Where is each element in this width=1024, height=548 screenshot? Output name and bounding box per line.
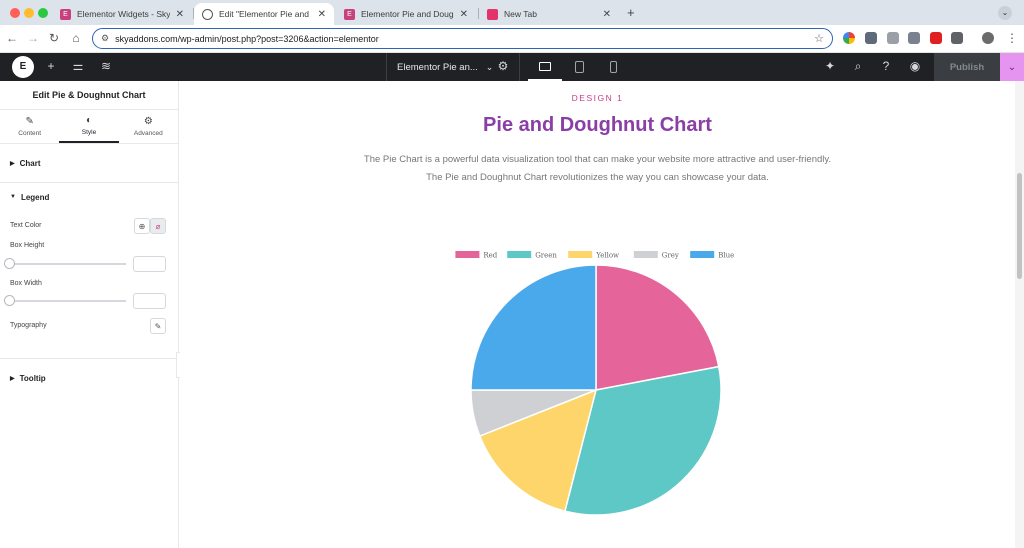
box-width-input[interactable]	[133, 293, 166, 309]
back-arrow-icon[interactable]: ←	[4, 31, 20, 45]
bookmark-star-icon[interactable]: ☆	[814, 32, 824, 45]
section-chart[interactable]: ▶ Chart	[0, 144, 178, 183]
more-vertical-icon[interactable]: ⋮	[1004, 31, 1020, 45]
preview-eye-icon[interactable]: ◉	[907, 59, 923, 73]
new-tab-button[interactable]: +	[627, 5, 635, 20]
publish-options-chevron-icon[interactable]: ⌄	[1000, 53, 1024, 81]
tablet-icon	[574, 61, 584, 73]
editor-panel: Edit Pie & Doughnut Chart ✎ Content ◐ St…	[0, 81, 179, 548]
elementor-logo-icon[interactable]: E	[12, 56, 34, 78]
tab-style[interactable]: ◐ Style	[59, 110, 119, 143]
browser-tab[interactable]: E Elementor Widgets - Sky Add ✕	[52, 3, 192, 25]
page-settings-icon[interactable]: ⚙	[495, 59, 511, 73]
window-zoom-button[interactable]	[38, 8, 48, 18]
reload-icon[interactable]: ↻	[46, 31, 62, 45]
extension-icon[interactable]	[887, 32, 899, 44]
publish-button[interactable]: Publish	[934, 53, 1000, 81]
globe-icon[interactable]: ⊕	[134, 218, 150, 234]
elementor-top-bar: E + ⚌ ≋ Elementor Pie an... ⌄ ⚙ ✦ ⌕ ? ◉ …	[0, 53, 1024, 81]
caret-right-icon: ▶	[10, 160, 15, 167]
canvas-scrollbar[interactable]	[1015, 81, 1024, 548]
tablet-view-button[interactable]	[562, 53, 596, 81]
new-tab-favicon-icon	[487, 8, 498, 20]
close-icon[interactable]: ✕	[318, 9, 326, 20]
box-width-label: Box Width	[10, 280, 42, 287]
shield-icon[interactable]	[865, 32, 877, 44]
desktop-icon	[539, 61, 551, 71]
structure-layers-icon[interactable]: ≋	[98, 59, 114, 73]
panel-title: Edit Pie & Doughnut Chart	[0, 81, 178, 110]
section-tooltip[interactable]: ▶ Tooltip	[0, 359, 179, 398]
preview-canvas: DESIGN 1 Pie and Doughnut Chart The Pie …	[180, 81, 1015, 548]
window-close-button[interactable]	[10, 8, 20, 18]
browser-tab[interactable]: New Tab ✕	[479, 3, 619, 25]
box-width-slider[interactable]	[10, 300, 126, 302]
contrast-icon: ◐	[85, 115, 93, 126]
desktop-view-button[interactable]	[528, 53, 562, 81]
legend-label-yellow[interactable]: Yellow	[595, 252, 619, 260]
legend-swatch-yellow[interactable]	[568, 251, 593, 258]
mobile-icon	[609, 61, 617, 73]
box-height-label: Box Height	[10, 242, 45, 249]
browser-toolbar: ← → ↻ ⌂ ⚙ skyaddons.com/wp-admin/post.ph…	[0, 25, 1024, 53]
box-height-input[interactable]	[133, 256, 166, 272]
close-icon[interactable]: ✕	[460, 9, 468, 20]
legend-swatch-red[interactable]	[455, 251, 480, 258]
forward-arrow-icon[interactable]: →	[25, 31, 41, 45]
site-settings-icon[interactable]: ⚌	[70, 59, 86, 73]
elementor-favicon-icon: E	[60, 8, 71, 20]
browser-tab[interactable]: E Elementor Pie and Doughnut C ✕	[336, 3, 476, 25]
box-height-slider-handle[interactable]	[4, 258, 15, 269]
legend-swatch-grey[interactable]	[633, 251, 658, 258]
close-icon[interactable]: ✕	[603, 9, 611, 20]
legend-label-green[interactable]: Green	[535, 252, 557, 260]
pencil-icon[interactable]: ✎	[150, 318, 166, 334]
elementor-favicon-icon: E	[344, 8, 355, 20]
profile-avatar[interactable]	[982, 32, 994, 44]
legend-label-grey[interactable]: Grey	[662, 252, 679, 260]
box-height-slider[interactable]	[10, 263, 126, 265]
mobile-view-button[interactable]	[596, 53, 630, 81]
pie-slice-blue[interactable]	[470, 264, 597, 391]
legend-label-blue[interactable]: Blue	[718, 252, 734, 260]
url-text: skyaddons.com/wp-admin/post.php?post=320…	[115, 33, 379, 44]
scrollbar-thumb[interactable]	[1017, 173, 1022, 279]
window-minimize-button[interactable]	[24, 8, 34, 18]
extension-icon[interactable]	[908, 32, 920, 44]
tab-search-icon[interactable]: ⌄	[998, 6, 1012, 20]
site-info-icon[interactable]: ⚙	[101, 33, 109, 44]
browser-tab-bar: E Elementor Widgets - Sky Add ✕ Edit "El…	[0, 0, 1024, 25]
legend-swatch-blue[interactable]	[690, 251, 715, 258]
home-icon[interactable]: ⌂	[68, 31, 84, 45]
chevron-down-icon: ⌄	[485, 61, 494, 72]
extension-icon[interactable]	[930, 32, 942, 44]
legend-label-red[interactable]: Red	[483, 252, 497, 260]
extension-icon[interactable]	[843, 32, 855, 44]
box-width-slider-handle[interactable]	[4, 295, 15, 306]
tab-advanced[interactable]: ⚙ Advanced	[119, 110, 178, 143]
close-icon[interactable]: ✕	[176, 9, 184, 20]
tab-content[interactable]: ✎ Content	[0, 110, 59, 143]
page-name: Elementor Pie an...	[397, 61, 478, 73]
typography-label: Typography	[10, 322, 47, 329]
add-element-icon[interactable]: +	[43, 59, 59, 73]
pie-chart: Red Green Yellow Grey Blue	[455, 251, 734, 516]
search-icon[interactable]: ⌕	[850, 59, 866, 74]
section-legend[interactable]: ▼ Legend	[0, 183, 178, 211]
caret-down-icon: ▼	[10, 194, 16, 200]
puzzle-icon[interactable]	[951, 32, 963, 44]
text-color-label: Text Color	[10, 222, 42, 229]
help-icon[interactable]: ?	[878, 59, 894, 73]
panel-tabs: ✎ Content ◐ Style ⚙ Advanced	[0, 110, 178, 144]
caret-right-icon: ▶	[10, 376, 15, 382]
address-bar[interactable]: ⚙ skyaddons.com/wp-admin/post.php?post=3…	[92, 28, 833, 49]
pencil-icon: ✎	[25, 116, 34, 127]
globe-icon	[202, 8, 213, 20]
legend-swatch-green[interactable]	[507, 251, 532, 258]
browser-tab-active[interactable]: Edit "Elementor Pie and Doug ✕	[194, 3, 334, 25]
notifications-icon[interactable]: ✦	[822, 59, 838, 73]
gear-icon: ⚙	[143, 116, 153, 127]
color-picker-swatch[interactable]: ⌀	[150, 218, 166, 234]
